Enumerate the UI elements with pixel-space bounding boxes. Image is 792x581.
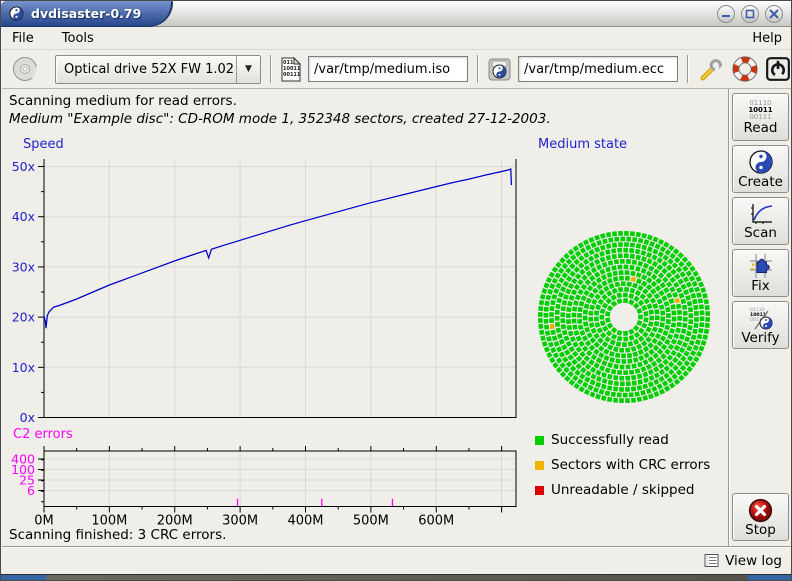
- titlebar-tab: dvdisaster-0.79: [1, 1, 173, 27]
- svg-text:20x: 20x: [12, 310, 35, 325]
- scan-button[interactable]: Scan: [732, 197, 789, 245]
- svg-text:30x: 30x: [12, 259, 35, 274]
- statusbar: View log: [2, 546, 792, 574]
- menubar: File Tools Help: [2, 28, 792, 49]
- menu-file[interactable]: File: [12, 31, 34, 46]
- window-bottom-edge: [1, 574, 792, 581]
- view-log-button[interactable]: View log: [725, 553, 782, 569]
- svg-text:10x: 10x: [12, 360, 35, 375]
- view-log-icon: [704, 553, 719, 568]
- status-line-1: Scanning medium for read errors.: [9, 93, 237, 109]
- menu-help[interactable]: Help: [752, 31, 782, 46]
- help-lifebuoy-button[interactable]: [731, 55, 759, 83]
- medium-state-disc: [530, 223, 720, 413]
- puzzle-piece-icon: [748, 253, 774, 279]
- svg-text:50x: 50x: [12, 159, 35, 174]
- app-yinyang-icon: [9, 6, 24, 21]
- legend-item-crc: Sectors with CRC errors: [535, 457, 710, 473]
- svg-text:400: 400: [11, 452, 35, 467]
- toolbar-separator: [270, 55, 272, 83]
- drive-select-value: Optical drive 52X FW 1.02: [56, 62, 236, 77]
- app-window: dvdisaster-0.79 File Tools Help Optical …: [0, 0, 792, 581]
- maximize-button[interactable]: [741, 5, 759, 23]
- legend-swatch-unreadable: [535, 486, 544, 495]
- svg-text:0x: 0x: [20, 410, 35, 425]
- titlebar[interactable]: dvdisaster-0.79: [1, 1, 791, 27]
- iso-path-input[interactable]: [308, 56, 468, 82]
- scan-view: Scanning medium for read errors. Medium …: [2, 89, 728, 546]
- yinyang-icon: [748, 149, 774, 175]
- svg-text:00111: 00111: [283, 72, 301, 78]
- medium-state-legend: Successfully read Sectors with CRC error…: [535, 432, 710, 498]
- preferences-wrench-button[interactable]: [698, 55, 726, 83]
- drive-select[interactable]: Optical drive 52X FW 1.02 ▼: [55, 55, 261, 84]
- toolbar-separator: [687, 55, 689, 83]
- stop-icon: [748, 498, 773, 523]
- svg-text:600M: 600M: [418, 514, 454, 529]
- svg-text:300M: 300M: [222, 514, 258, 529]
- svg-text:400M: 400M: [287, 514, 323, 529]
- medium-state-title: Medium state: [538, 137, 627, 152]
- action-button-column: 011101001100111 Read Create Scan Fix 011…: [728, 89, 792, 546]
- svg-text:500M: 500M: [353, 514, 389, 529]
- scan-result-status: Scanning finished: 3 CRC errors.: [9, 527, 226, 543]
- svg-text:40x: 40x: [12, 209, 35, 224]
- window-title: dvdisaster-0.79: [31, 6, 141, 21]
- create-button[interactable]: Create: [732, 145, 789, 193]
- legend-item-unreadable: Unreadable / skipped: [535, 482, 710, 498]
- scan-curve-icon: [748, 202, 774, 226]
- stop-button[interactable]: Stop: [732, 493, 789, 541]
- verify-button[interactable]: 011101001100111 Verify: [732, 301, 789, 349]
- read-button[interactable]: 011101001100111 Read: [732, 93, 789, 141]
- optical-drive-icon: [12, 56, 38, 82]
- status-line-2: Medium "Example disc": CD-ROM mode 1, 35…: [9, 111, 551, 127]
- combo-dropdown-arrow-icon[interactable]: ▼: [236, 56, 260, 83]
- speed-chart-title: Speed: [23, 137, 64, 152]
- menu-tools[interactable]: Tools: [62, 31, 94, 46]
- toolbar-separator: [477, 55, 479, 83]
- close-button[interactable]: [765, 5, 783, 23]
- fix-button[interactable]: Fix: [732, 249, 789, 297]
- legend-swatch-crc: [535, 461, 544, 470]
- binary-digits-icon: 011101001100111: [748, 100, 772, 121]
- legend-swatch-good: [535, 436, 544, 445]
- iso-file-icon: 0111001100111: [281, 57, 301, 82]
- minimize-button[interactable]: [717, 5, 735, 23]
- ecc-path-input[interactable]: [518, 56, 678, 82]
- legend-item-good: Successfully read: [535, 432, 710, 448]
- ecc-file-icon: [488, 58, 511, 81]
- verify-icon: 011101001100111: [748, 305, 774, 331]
- quit-power-button[interactable]: [764, 55, 792, 83]
- toolbar: Optical drive 52X FW 1.02 ▼ 011100110011…: [2, 49, 792, 89]
